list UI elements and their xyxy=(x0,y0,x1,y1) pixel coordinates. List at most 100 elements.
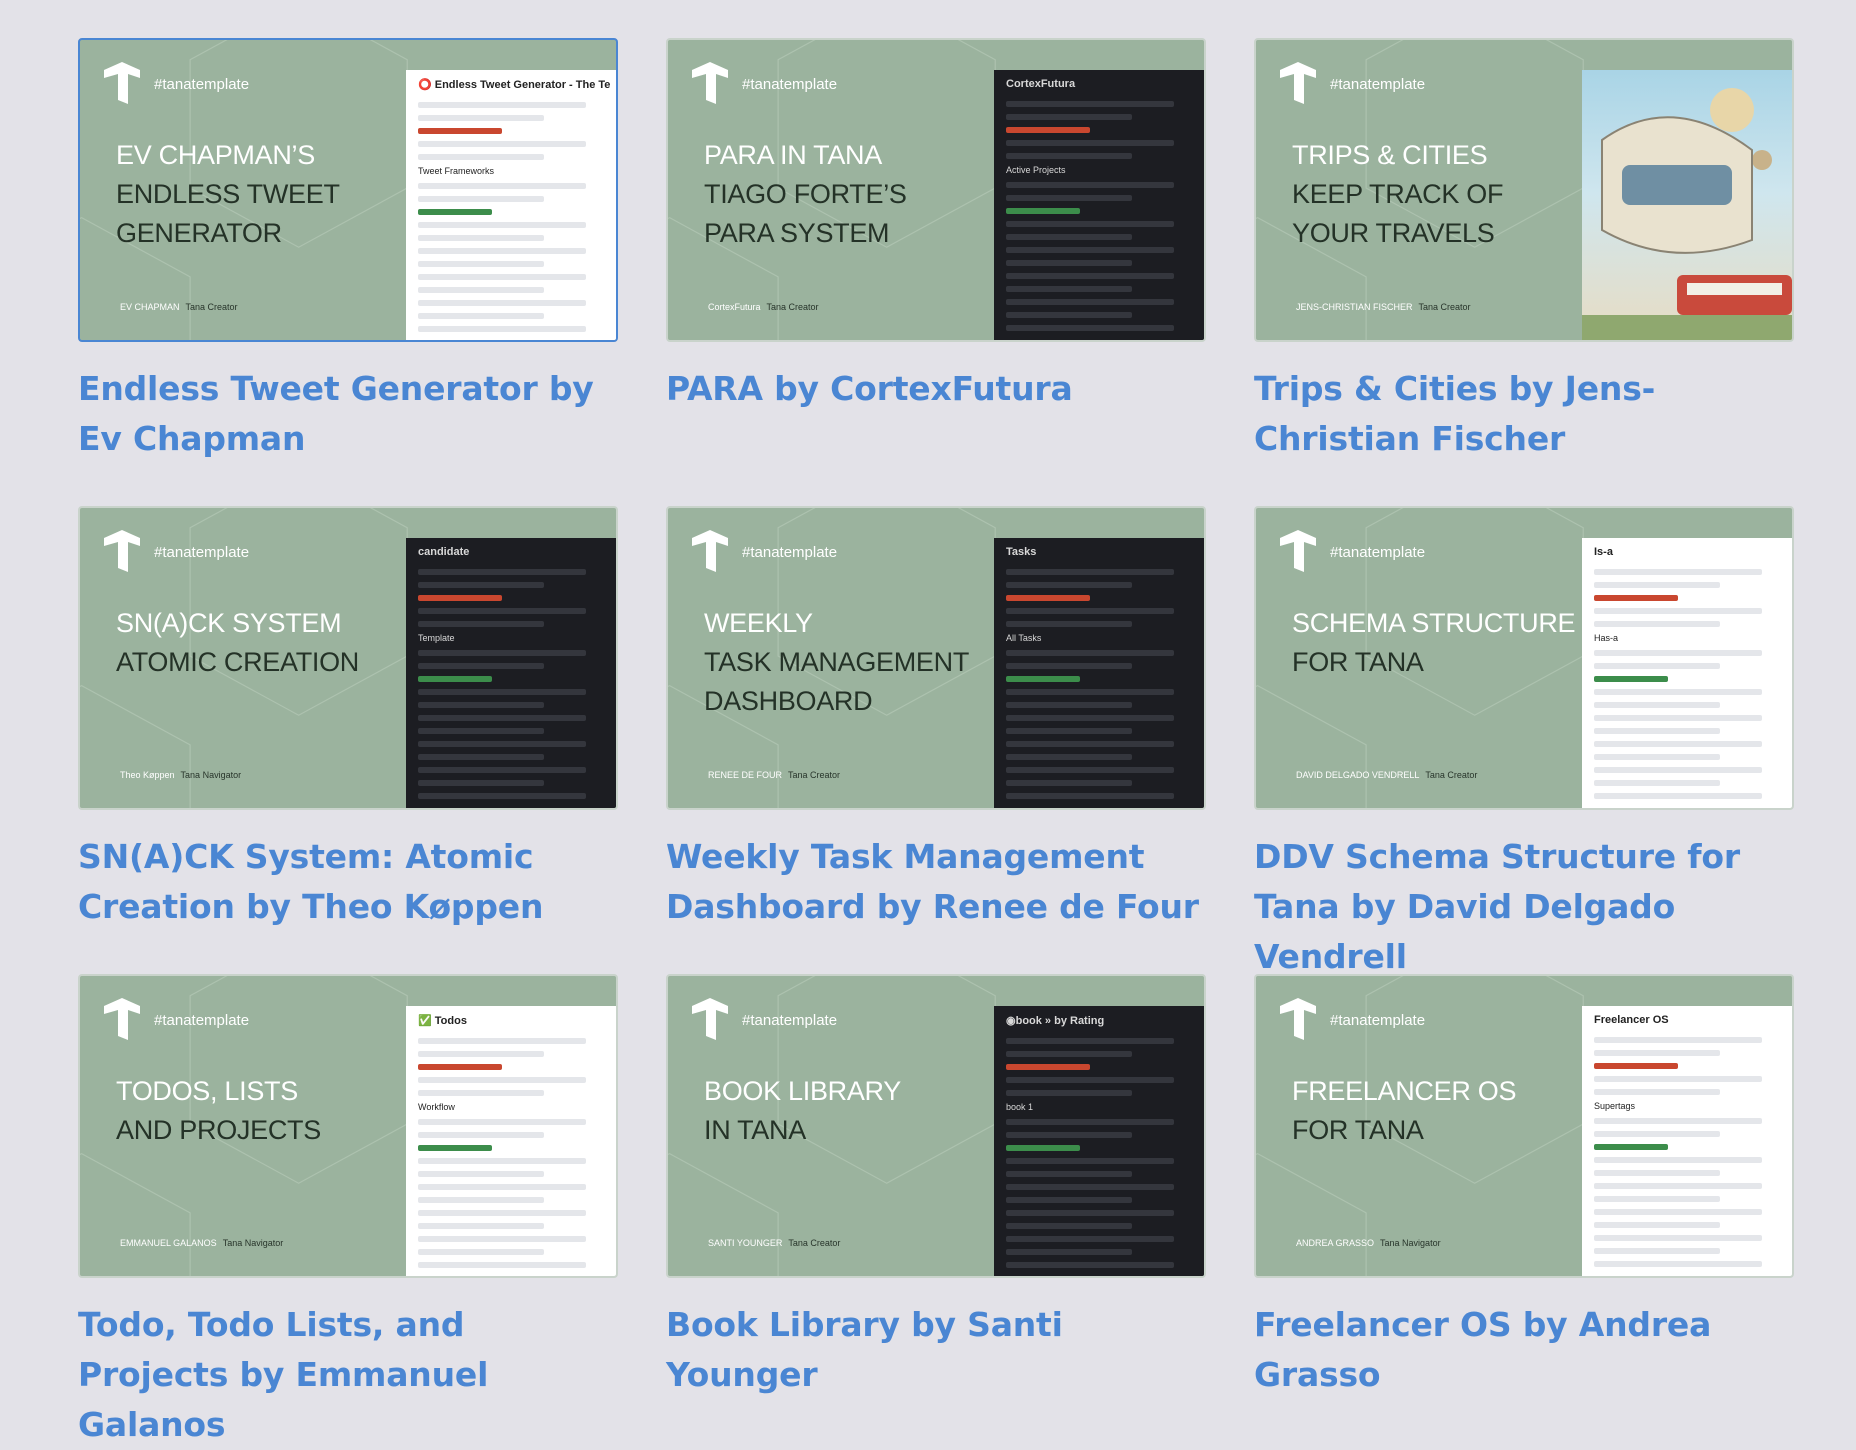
tana-logo-icon xyxy=(1280,998,1316,1040)
heading-line-2: ATOMIC CREATION xyxy=(116,647,360,677)
template-card[interactable]: #tanatemplate TRIPS & CITIES KEEP TRACK … xyxy=(1254,38,1794,506)
heading-line-2: FOR TANA xyxy=(1292,1115,1424,1145)
author-name: SANTI YOUNGER xyxy=(708,1238,783,1248)
template-card[interactable]: #tanatemplate SN(A)CK SYSTEM ATOMIC CREA… xyxy=(78,506,618,974)
template-title-link[interactable]: Freelancer OS by Andrea Grasso xyxy=(1254,1300,1794,1400)
thumbnail-heading: WEEKLY TASK MANAGEMENT DASHBOARD xyxy=(704,604,1004,721)
tana-logo-icon xyxy=(104,998,140,1040)
template-title-link[interactable]: PARA by CortexFutura xyxy=(666,364,1206,414)
tana-logo-icon xyxy=(104,530,140,572)
template-thumbnail[interactable]: #tanatemplate EV CHAPMAN’S ENDLESS TWEET… xyxy=(78,38,618,342)
template-thumbnail[interactable]: #tanatemplate FREELANCER OS FOR TANA AND… xyxy=(1254,974,1794,1278)
template-title-link[interactable]: DDV Schema Structure for Tana by David D… xyxy=(1254,832,1794,982)
template-thumbnail[interactable]: #tanatemplate TRIPS & CITIES KEEP TRACK … xyxy=(1254,38,1794,342)
hashtag-label: #tanatemplate xyxy=(154,76,250,93)
template-title-link[interactable]: Book Library by Santi Younger xyxy=(666,1300,1206,1400)
author-name: EV CHAPMAN xyxy=(120,302,180,312)
preview-subtitle: Has-a xyxy=(1594,633,1619,643)
template-screenshot-preview: Is-a Has-a xyxy=(1582,538,1792,808)
template-thumbnail[interactable]: #tanatemplate SCHEMA STRUCTURE FOR TANA … xyxy=(1254,506,1794,810)
author-name: Theo Køppen xyxy=(120,770,175,780)
template-card[interactable]: #tanatemplate WEEKLY TASK MANAGEMENT DAS… xyxy=(666,506,1206,974)
author-name: CortexFutura xyxy=(708,302,761,312)
template-title-link[interactable]: Weekly Task Management Dashboard by Rene… xyxy=(666,832,1206,932)
hashtag-label: #tanatemplate xyxy=(154,544,250,561)
heading-line-1: WEEKLY xyxy=(704,608,813,638)
heading-line-2: IN TANA xyxy=(704,1115,806,1145)
author-role: Tana Navigator xyxy=(180,770,242,780)
preview-title: candidate xyxy=(418,546,470,558)
author-credit: EV CHAPMAN Tana Creator xyxy=(120,302,238,312)
template-card[interactable]: #tanatemplate BOOK LIBRARY IN TANA SANTI… xyxy=(666,974,1206,1442)
author-role: Tana Creator xyxy=(1425,770,1478,780)
author-name: EMMANUEL GALANOS xyxy=(120,1238,217,1248)
template-card[interactable]: #tanatemplate EV CHAPMAN’S ENDLESS TWEET… xyxy=(78,38,618,506)
template-title-link[interactable]: Trips & Cities by Jens-Christian Fischer xyxy=(1254,364,1794,464)
author-name: RENEE DE FOUR xyxy=(708,770,783,780)
thumbnail-heading: PARA IN TANA TIAGO FORTE’S PARA SYSTEM xyxy=(704,136,1004,253)
author-credit: Theo Køppen Tana Navigator xyxy=(120,770,241,780)
tana-logo-icon xyxy=(1280,62,1316,104)
template-screenshot-preview: candidate Template xyxy=(406,538,616,808)
author-name: JENS-CHRISTIAN FISCHER xyxy=(1296,302,1413,312)
hashtag-label: #tanatemplate xyxy=(742,1012,838,1029)
template-title-link[interactable]: SN(A)CK System: Atomic Creation by Theo … xyxy=(78,832,618,932)
template-card[interactable]: #tanatemplate FREELANCER OS FOR TANA AND… xyxy=(1254,974,1794,1442)
hashtag-label: #tanatemplate xyxy=(742,76,838,93)
heading-line-2: ENDLESS TWEET xyxy=(116,179,340,209)
template-screenshot-preview: ⭕ Endless Tweet Generator - The Te Tweet … xyxy=(406,70,616,340)
template-card[interactable]: #tanatemplate PARA IN TANA TIAGO FORTE’S… xyxy=(666,38,1206,506)
author-role: Tana Creator xyxy=(788,1238,841,1248)
template-card[interactable]: #tanatemplate SCHEMA STRUCTURE FOR TANA … xyxy=(1254,506,1794,976)
template-thumbnail[interactable]: #tanatemplate SN(A)CK SYSTEM ATOMIC CREA… xyxy=(78,506,618,810)
preview-title: Tasks xyxy=(1006,546,1037,558)
author-role: Tana Navigator xyxy=(222,1238,284,1248)
template-title-link[interactable]: Endless Tweet Generator by Ev Chapman xyxy=(78,364,618,464)
heading-line-1: SN(A)CK SYSTEM xyxy=(116,608,342,638)
template-card[interactable]: #tanatemplate TODOS, LISTS AND PROJECTS … xyxy=(78,974,618,1444)
preview-title: Freelancer OS xyxy=(1594,1014,1669,1026)
preview-title: Is-a xyxy=(1594,546,1613,558)
template-grid: #tanatemplate EV CHAPMAN’S ENDLESS TWEET… xyxy=(78,38,1796,1444)
author-credit: DAVID DELGADO VENDRELL Tana Creator xyxy=(1296,770,1477,780)
author-role: Tana Navigator xyxy=(1380,1238,1441,1248)
author-credit: ANDREA GRASSO Tana Navigator xyxy=(1296,1238,1441,1248)
hashtag-label: #tanatemplate xyxy=(1330,544,1426,561)
template-thumbnail[interactable]: #tanatemplate TODOS, LISTS AND PROJECTS … xyxy=(78,974,618,1278)
heading-line-3: YOUR TRAVELS xyxy=(1292,218,1495,248)
heading-line-2: AND PROJECTS xyxy=(116,1115,321,1145)
hashtag-label: #tanatemplate xyxy=(742,544,838,561)
thumbnail-heading: TODOS, LISTS AND PROJECTS xyxy=(116,1072,416,1150)
author-name: ANDREA GRASSO xyxy=(1296,1238,1375,1248)
thumbnail-heading: EV CHAPMAN’S ENDLESS TWEET GENERATOR xyxy=(116,136,416,253)
template-thumbnail[interactable]: #tanatemplate BOOK LIBRARY IN TANA SANTI… xyxy=(666,974,1206,1278)
heading-line-1: EV CHAPMAN’S xyxy=(116,140,315,170)
tana-logo-icon xyxy=(692,62,728,104)
preview-subtitle: Active Projects xyxy=(1006,165,1066,175)
author-name: DAVID DELGADO VENDRELL xyxy=(1296,770,1420,780)
tana-logo-icon xyxy=(1280,530,1316,572)
template-thumbnail[interactable]: #tanatemplate WEEKLY TASK MANAGEMENT DAS… xyxy=(666,506,1206,810)
template-screenshot-preview: ◉book » by Rating book 1 xyxy=(994,1006,1204,1276)
preview-title: ⭕ Endless Tweet Generator - The Te xyxy=(418,79,611,91)
tana-logo-icon xyxy=(104,62,140,104)
template-thumbnail[interactable]: #tanatemplate PARA IN TANA TIAGO FORTE’S… xyxy=(666,38,1206,342)
heading-line-1: FREELANCER OS xyxy=(1292,1076,1517,1106)
author-role: Tana Creator xyxy=(1418,302,1471,312)
travel-illustration xyxy=(1582,70,1792,340)
preview-subtitle: book 1 xyxy=(1006,1102,1034,1112)
author-credit: RENEE DE FOUR Tana Creator xyxy=(708,770,840,780)
author-credit: CortexFutura Tana Creator xyxy=(708,302,819,312)
preview-subtitle: All Tasks xyxy=(1006,633,1042,643)
heading-line-3: DASHBOARD xyxy=(704,686,873,716)
template-screenshot-preview: Tasks All Tasks xyxy=(994,538,1204,808)
hashtag-label: #tanatemplate xyxy=(1330,1012,1426,1029)
heading-line-2: TIAGO FORTE’S xyxy=(704,179,907,209)
preview-subtitle: Workflow xyxy=(418,1102,455,1112)
template-screenshot-preview: Freelancer OS Supertags xyxy=(1582,1006,1792,1276)
author-credit: EMMANUEL GALANOS Tana Navigator xyxy=(120,1238,283,1248)
preview-subtitle: Tweet Frameworks xyxy=(418,166,495,176)
template-title-link[interactable]: Todo, Todo Lists, and Projects by Emmanu… xyxy=(78,1300,618,1450)
preview-subtitle: Template xyxy=(418,633,455,643)
author-role: Tana Creator xyxy=(766,302,819,312)
